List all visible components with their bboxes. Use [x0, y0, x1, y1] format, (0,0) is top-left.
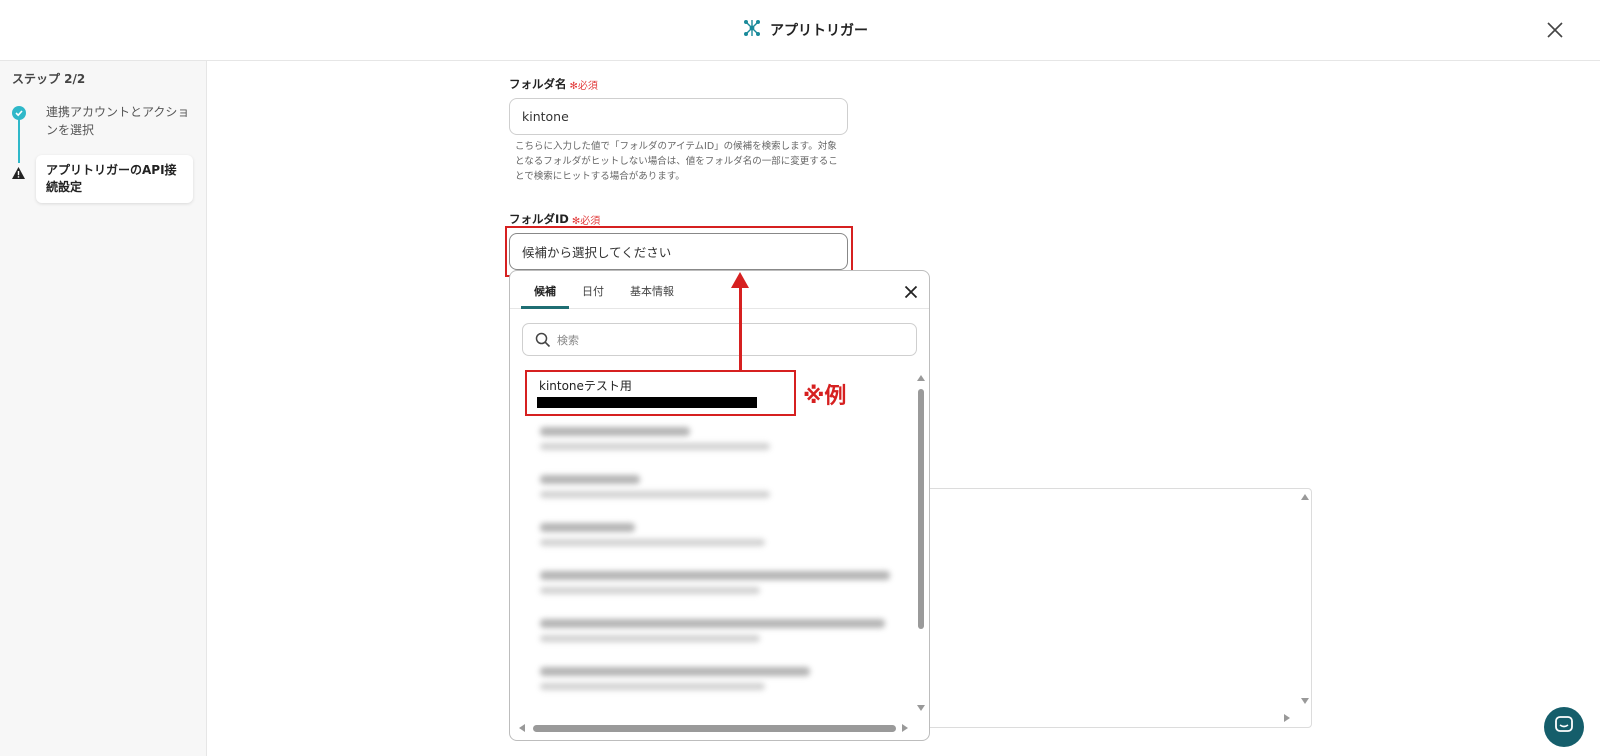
list-item[interactable] [532, 519, 892, 553]
folder-name-label-text: フォルダ名 [509, 77, 567, 91]
scroll-up-icon[interactable] [1301, 494, 1309, 500]
required-badge: ✻必須 [569, 80, 598, 92]
list-item[interactable] [532, 567, 892, 601]
search-placeholder: 検索 [557, 333, 579, 347]
background-textarea [925, 488, 1312, 728]
folder-id-label-text: フォルダID [509, 212, 569, 226]
suggestion-dropdown: 候補 日付 基本情報 検索 kintoneテスト用 [509, 270, 930, 741]
folder-name-input[interactable]: kintone [509, 98, 848, 135]
sidebar-step-account[interactable]: 連携アカウントとアクションを選択 [46, 103, 196, 139]
list-item[interactable] [532, 663, 892, 697]
sidebar: ステップ 2/2 連携アカウントとアクションを選択 アプリトリガーのAPI接続設… [0, 61, 207, 756]
folder-id-label: フォルダID ✻必須 [509, 211, 600, 227]
close-icon[interactable] [1545, 20, 1565, 40]
header-title: アプリトリガー [742, 18, 868, 42]
list-item[interactable] [532, 471, 892, 505]
vertical-scrollbar[interactable] [918, 389, 924, 629]
step-connector [18, 119, 20, 163]
tab-date[interactable]: 日付 [582, 283, 604, 299]
required-badge: ✻必須 [571, 215, 601, 227]
step-counter: ステップ 2/2 [12, 72, 86, 86]
scroll-up-icon[interactable] [917, 375, 925, 381]
arrow-shaft [739, 285, 742, 372]
highlight-frame-option [525, 370, 796, 416]
folder-name-help: こちらに入力した値で「フォルダのアイテムID」の候補を検索します。対象となるフォ… [515, 141, 838, 182]
list-item[interactable] [532, 615, 892, 649]
scroll-right-icon[interactable] [1284, 714, 1290, 722]
arrow-up-icon [731, 272, 749, 288]
network-logo-icon [742, 18, 762, 42]
example-annotation: ※例 [803, 384, 847, 409]
header: アプリトリガー [0, 0, 1600, 61]
tab-basic-info[interactable]: 基本情報 [630, 283, 674, 299]
warning-icon [11, 165, 26, 184]
folder-name-value: kintone [522, 109, 569, 124]
active-tab-indicator [521, 306, 569, 309]
horizontal-scrollbar[interactable] [533, 725, 896, 732]
scroll-right-icon[interactable] [902, 724, 908, 732]
check-circle-icon [12, 106, 26, 120]
close-icon[interactable] [904, 284, 918, 299]
chat-button[interactable] [1544, 707, 1584, 747]
scroll-down-icon[interactable] [1301, 698, 1309, 704]
folder-name-label: フォルダ名 ✻必須 [509, 76, 598, 92]
list-item[interactable] [532, 423, 892, 457]
search-input[interactable]: 検索 [522, 323, 917, 356]
tab-candidates[interactable]: 候補 [534, 283, 556, 299]
scroll-left-icon[interactable] [519, 724, 525, 732]
sidebar-step-api-settings[interactable]: アプリトリガーのAPI接続設定 [36, 155, 193, 203]
chat-icon [1554, 715, 1574, 739]
dropdown-tabs: 候補 日付 基本情報 [510, 271, 929, 309]
search-icon [535, 332, 551, 351]
page-title: アプリトリガー [770, 23, 868, 39]
scroll-down-icon[interactable] [917, 705, 925, 711]
